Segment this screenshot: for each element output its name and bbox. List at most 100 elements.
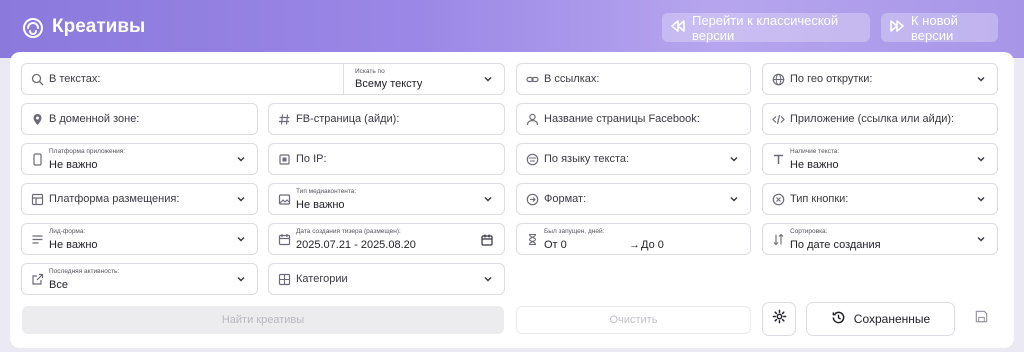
hash-icon — [278, 113, 291, 126]
new-version-button[interactable]: К новой версии — [881, 12, 998, 43]
app-field[interactable]: Приложение (ссылка или айди): — [762, 103, 998, 135]
chevron-down-icon — [483, 194, 493, 204]
chevron-down-icon — [976, 194, 986, 204]
arrow-right-icon: → — [629, 239, 640, 251]
saved-button[interactable]: Сохраненные — [806, 302, 955, 336]
language-icon — [526, 153, 539, 166]
settings-button[interactable] — [762, 302, 796, 336]
running-days-to[interactable]: До 0 — [641, 239, 664, 251]
chevron-down-icon — [236, 274, 246, 284]
search-texts-placeholder: В текстах: — [49, 73, 101, 85]
fast-forward-icon — [889, 19, 905, 36]
find-creatives-button[interactable]: Найти креативы — [22, 306, 504, 334]
app-placeholder: Приложение (ссылка или айди): — [790, 113, 955, 125]
running-days-from[interactable]: От 0 — [544, 239, 567, 251]
rewind-icon — [670, 19, 686, 36]
media-type-label: Тип медиаконтента: — [296, 188, 357, 195]
top-header: Креативы Перейти к классической версии К… — [0, 0, 1024, 58]
saved-label: Сохраненные — [853, 312, 931, 326]
fb-page-field[interactable]: FB-страница (айди): — [268, 103, 505, 135]
text-language-placeholder: По языку текста: — [544, 153, 630, 165]
links-field[interactable]: В ссылках: — [516, 63, 751, 95]
save-filter-button[interactable] — [966, 305, 996, 333]
app-platform-value: Не важно — [49, 159, 98, 171]
format-placeholder: Формат: — [544, 193, 587, 205]
search-by-label: Искать по — [355, 68, 385, 75]
lead-form-value: Не важно — [49, 239, 98, 251]
ip-field[interactable]: По IP: — [268, 143, 505, 175]
search-texts-field[interactable]: В текстах: Искать по Всему тексту — [21, 63, 505, 95]
code-icon — [772, 113, 785, 126]
user-icon — [526, 113, 539, 126]
chevron-down-icon — [729, 154, 739, 164]
text-language-select[interactable]: По языку текста: — [516, 143, 751, 175]
clear-button[interactable]: Очистить — [516, 306, 751, 334]
search-by-value: Всему тексту — [355, 78, 423, 90]
last-activity-label: Последняя активность: — [49, 268, 120, 275]
domain-zone-placeholder: В доменной зоне: — [49, 113, 140, 125]
mobile-icon — [31, 153, 44, 166]
placement-platform-select[interactable]: Платформа размещения: — [21, 183, 258, 215]
format-icon — [526, 193, 539, 206]
creation-date-field[interactable]: Дата создания тизера (размещен): 2025.07… — [268, 223, 505, 255]
grid-icon — [278, 273, 291, 286]
search-icon — [31, 73, 44, 86]
fb-page-name-field[interactable]: Название страницы Facebook: — [516, 103, 751, 135]
categories-placeholder: Категории — [296, 273, 348, 285]
external-activity-icon — [31, 273, 44, 286]
format-select[interactable]: Формат: — [516, 183, 751, 215]
calendar-picker-icon[interactable] — [481, 233, 493, 246]
hourglass-icon — [526, 233, 539, 246]
chevron-down-icon — [236, 234, 246, 244]
media-type-value: Не важно — [296, 199, 345, 211]
media-type-select[interactable]: Тип медиаконтента: Не важно — [268, 183, 505, 215]
chevron-down-icon — [976, 154, 986, 164]
geo-select[interactable]: По гео открутки: — [762, 63, 998, 95]
sort-select[interactable]: Сортировка: По дате создания — [762, 223, 998, 255]
running-days-field[interactable]: Был запущен, дней: От 0 → До 0 — [516, 223, 751, 255]
location-pin-icon — [31, 113, 44, 126]
gear-icon — [772, 309, 787, 329]
search-by-select[interactable]: Искать по Всему тексту — [344, 64, 504, 94]
chevron-down-icon — [483, 74, 493, 84]
chevron-down-icon — [976, 74, 986, 84]
placement-platform-placeholder: Платформа размещения: — [49, 193, 180, 205]
has-text-label: Наличие текста: — [790, 148, 840, 155]
new-version-label: К новой версии — [911, 12, 958, 43]
calendar-icon — [278, 233, 291, 246]
chevron-down-icon — [483, 274, 493, 284]
sort-label: Сортировка: — [790, 228, 828, 235]
globe-icon — [772, 73, 785, 86]
categories-select[interactable]: Категории — [268, 263, 505, 295]
button-type-icon — [772, 193, 785, 206]
image-icon — [278, 193, 291, 206]
fb-page-placeholder: FB-страница (айди): — [296, 113, 400, 125]
domain-zone-field[interactable]: В доменной зоне: — [21, 103, 258, 135]
has-text-value: Не важно — [790, 159, 839, 171]
floppy-disk-icon — [974, 309, 989, 329]
history-clock-icon — [831, 310, 846, 328]
classic-version-label: Перейти к классической версии — [692, 12, 839, 43]
creation-date-label: Дата создания тизера (размещен): — [296, 228, 401, 235]
list-icon — [31, 233, 44, 246]
link-icon — [526, 73, 539, 86]
lead-form-select[interactable]: Лид-форма: Не важно — [21, 223, 258, 255]
chevron-down-icon — [236, 154, 246, 164]
chevron-down-icon — [729, 194, 739, 204]
last-activity-select[interactable]: Последняя активность: Все — [21, 263, 258, 295]
ip-icon — [278, 153, 291, 166]
links-placeholder: В ссылках: — [544, 73, 600, 85]
classic-version-button[interactable]: Перейти к классической версии — [662, 12, 870, 43]
chevron-down-icon — [236, 194, 246, 204]
button-type-select[interactable]: Тип кнопки: — [762, 183, 998, 215]
last-activity-value: Все — [49, 279, 68, 291]
button-type-placeholder: Тип кнопки: — [790, 193, 849, 205]
geo-placeholder: По гео открутки: — [790, 73, 873, 85]
page-title: Креативы — [52, 16, 146, 37]
has-text-select[interactable]: Наличие текста: Не важно — [762, 143, 998, 175]
creation-date-value: 2025.07.21 - 2025.08.20 — [296, 239, 416, 251]
ip-placeholder: По IP: — [296, 153, 327, 165]
sort-value: По дате создания — [790, 239, 881, 251]
app-platform-select[interactable]: Платформа приложения: Не важно — [21, 143, 258, 175]
running-days-label: Был запущен, дней: — [544, 228, 605, 235]
